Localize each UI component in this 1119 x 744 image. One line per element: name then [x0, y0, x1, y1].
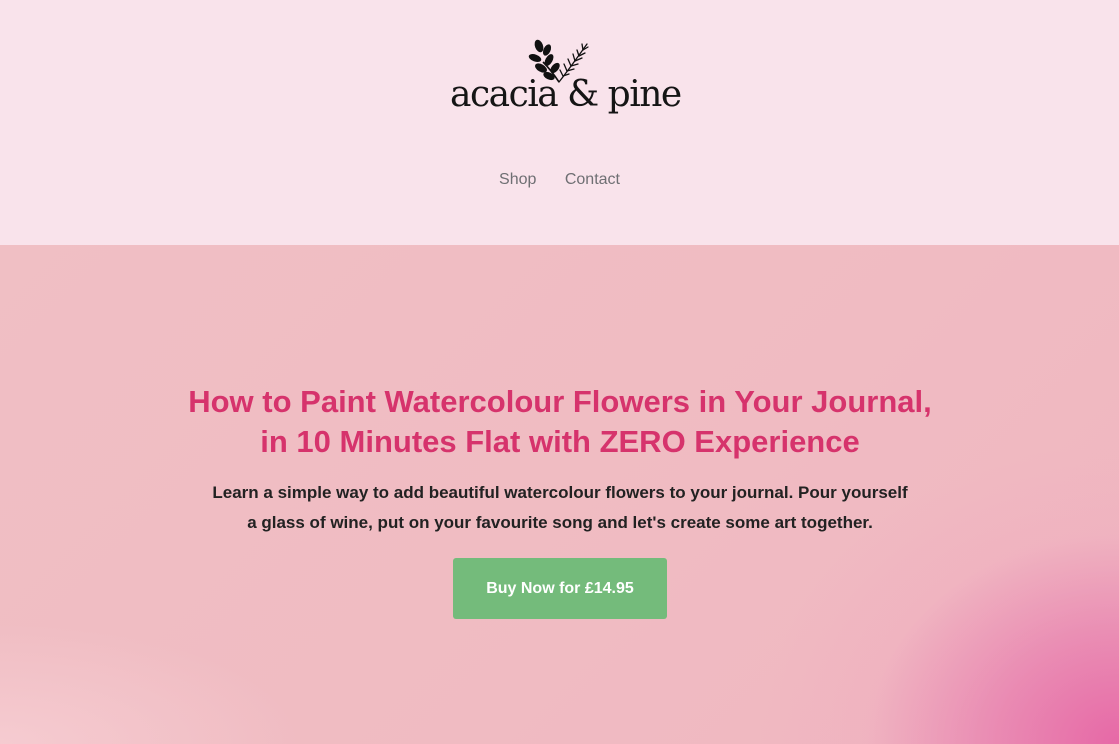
hero-headline: How to Paint Watercolour Flowers in Your…	[110, 382, 1010, 462]
hero-subtext-line1: Learn a simple way to add beautiful wate…	[212, 483, 908, 502]
site-header: acacia & pine Shop Contact	[0, 0, 1119, 245]
nav-item-shop[interactable]: Shop	[499, 171, 536, 188]
hero-subtext-line2: a glass of wine, put on your favourite s…	[247, 513, 873, 532]
nav-item-contact[interactable]: Contact	[565, 171, 620, 188]
hero-headline-line1: How to Paint Watercolour Flowers in Your…	[188, 384, 932, 419]
hero-subtext: Learn a simple way to add beautiful wate…	[160, 478, 960, 538]
hero-headline-line2: in 10 Minutes Flat with ZERO Experience	[260, 424, 860, 459]
buy-now-button[interactable]: Buy Now for £14.95	[453, 558, 667, 619]
brand-wordmark: acacia & pine	[450, 74, 682, 115]
brand-logo[interactable]: acacia & pine	[450, 36, 682, 122]
main-nav: Shop Contact	[0, 170, 1119, 190]
